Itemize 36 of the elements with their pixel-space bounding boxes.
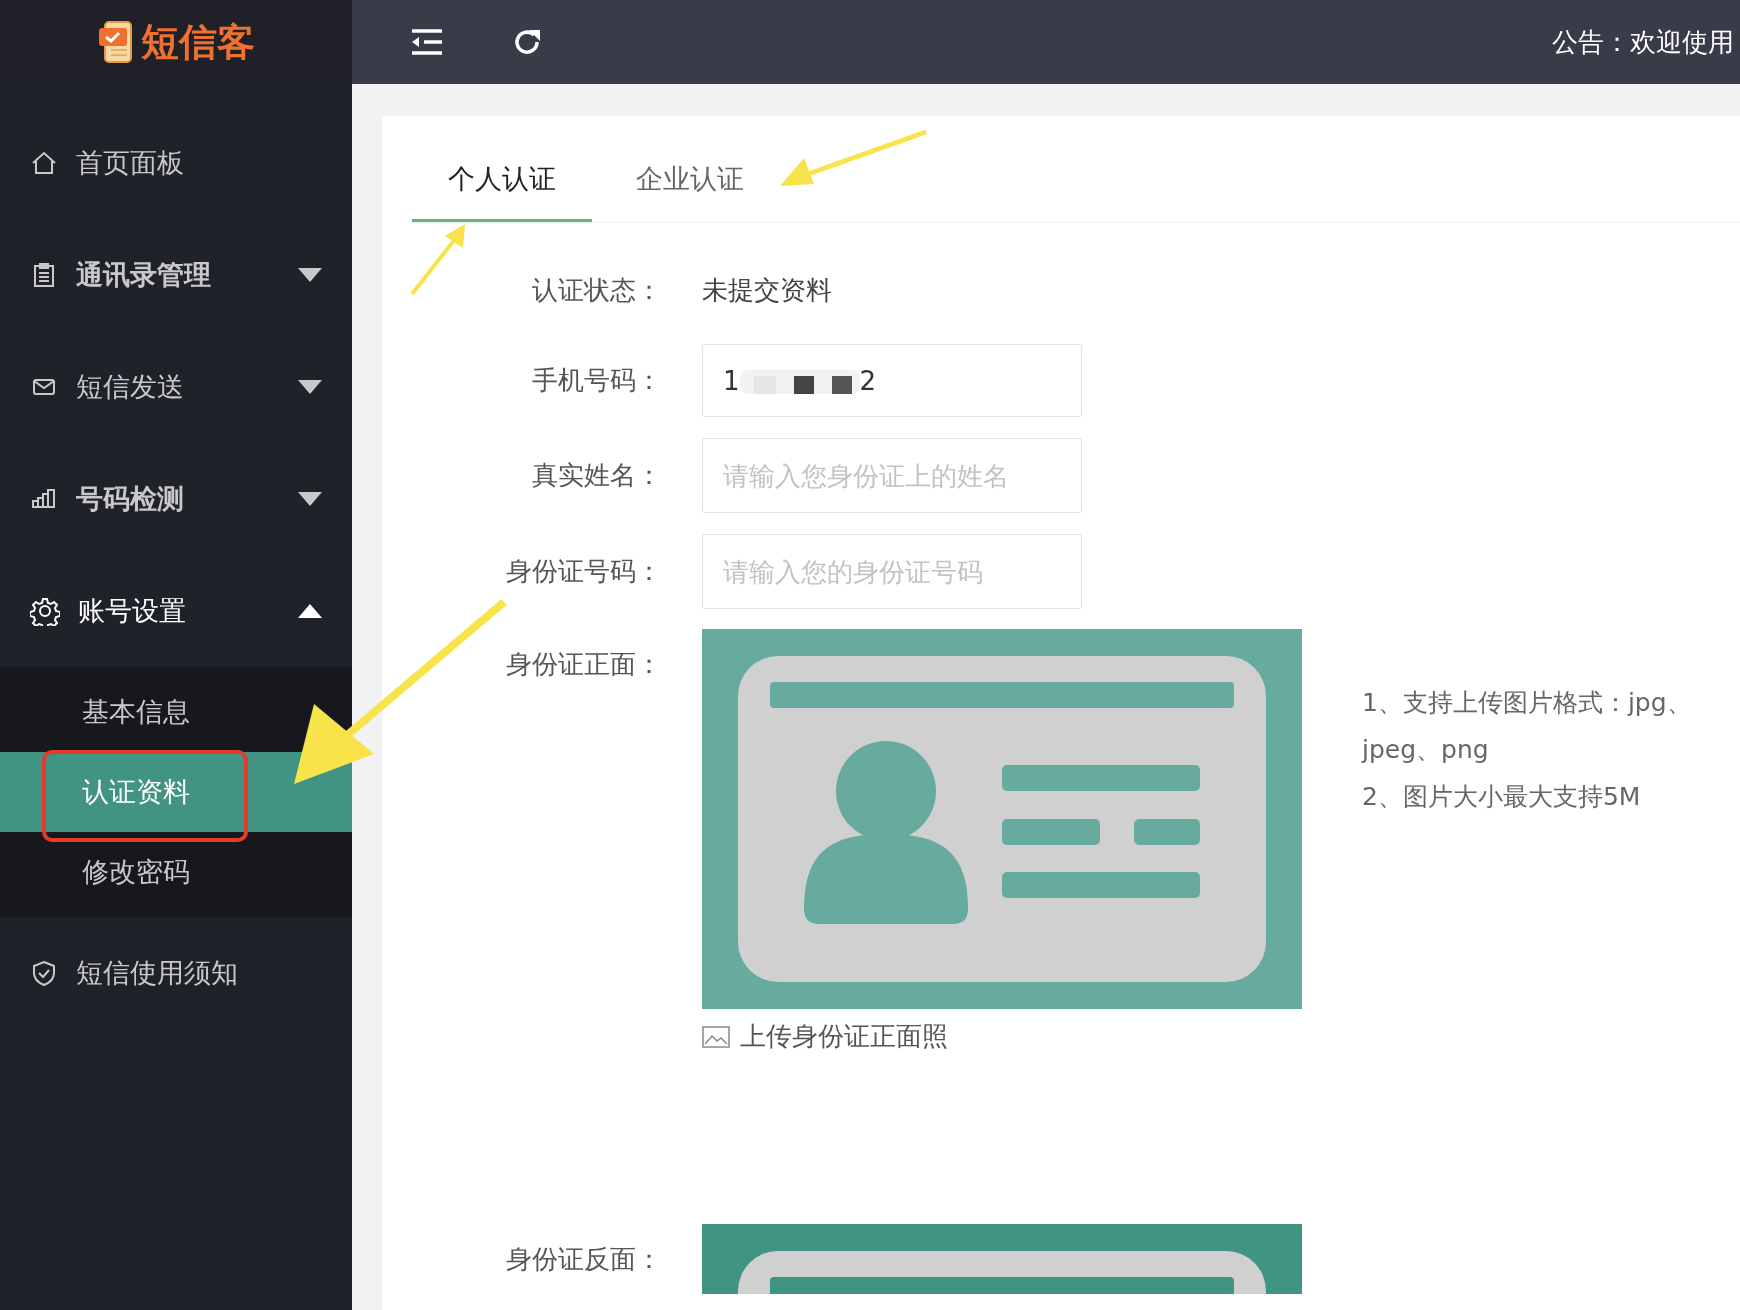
hint-text: 2、图片大小最大支持5M <box>1362 781 1642 813</box>
menu-item[interactable]: 账号设置 <box>0 555 352 667</box>
caret-icon <box>298 380 322 394</box>
field-label: 手机号码： <box>531 364 663 397</box>
refresh-icon[interactable] <box>512 27 542 57</box>
input-field[interactable]: 请输入您的身份证号码 <box>702 534 1082 609</box>
tab[interactable]: 个人认证 <box>412 161 592 222</box>
status-value: 未提交资料 <box>702 274 832 307</box>
submenu-item[interactable]: 认证资料 <box>0 752 352 832</box>
field-label: 认证状态： <box>531 274 663 307</box>
field-label: 身份证号码： <box>505 555 663 588</box>
image-icon <box>702 1025 730 1048</box>
logo-text: 短信客 <box>141 18 255 66</box>
menu-collapse-icon[interactable] <box>412 29 442 55</box>
home-icon <box>30 149 58 177</box>
caret-icon <box>298 268 322 282</box>
settings-icon <box>30 596 60 626</box>
caret-icon <box>298 492 322 506</box>
caret-icon <box>298 604 322 618</box>
menu-item[interactable]: 首页面板 <box>0 107 352 219</box>
menu-item[interactable]: 短信使用须知 <box>0 917 352 1029</box>
field-label: 真实姓名： <box>531 459 663 492</box>
submenu-item[interactable]: 基本信息 <box>0 672 352 752</box>
field-label: 身份证正面： <box>505 648 663 681</box>
field-label: 身份证反面： <box>505 1243 663 1276</box>
shield-check-icon <box>30 959 58 987</box>
menu-item[interactable]: 短信发送 <box>0 331 352 443</box>
input-field[interactable]: 请输入您身份证上的姓名 <box>702 438 1082 513</box>
submenu-item[interactable]: 修改密码 <box>0 832 352 912</box>
announcement-text: 公告：欢迎使用 <box>1552 25 1734 59</box>
tab[interactable]: 企业认证 <box>600 161 780 222</box>
upload-link[interactable]: 上传身份证正面照 <box>702 1019 1302 1054</box>
menu-item[interactable]: 号码检测 <box>0 443 352 555</box>
input-field[interactable]: 1 2 <box>702 344 1082 417</box>
hint-text: 1、支持上传图片格式：jpg、jpeg、png <box>1362 687 1693 766</box>
menu-item[interactable]: 通讯录管理 <box>0 219 352 331</box>
